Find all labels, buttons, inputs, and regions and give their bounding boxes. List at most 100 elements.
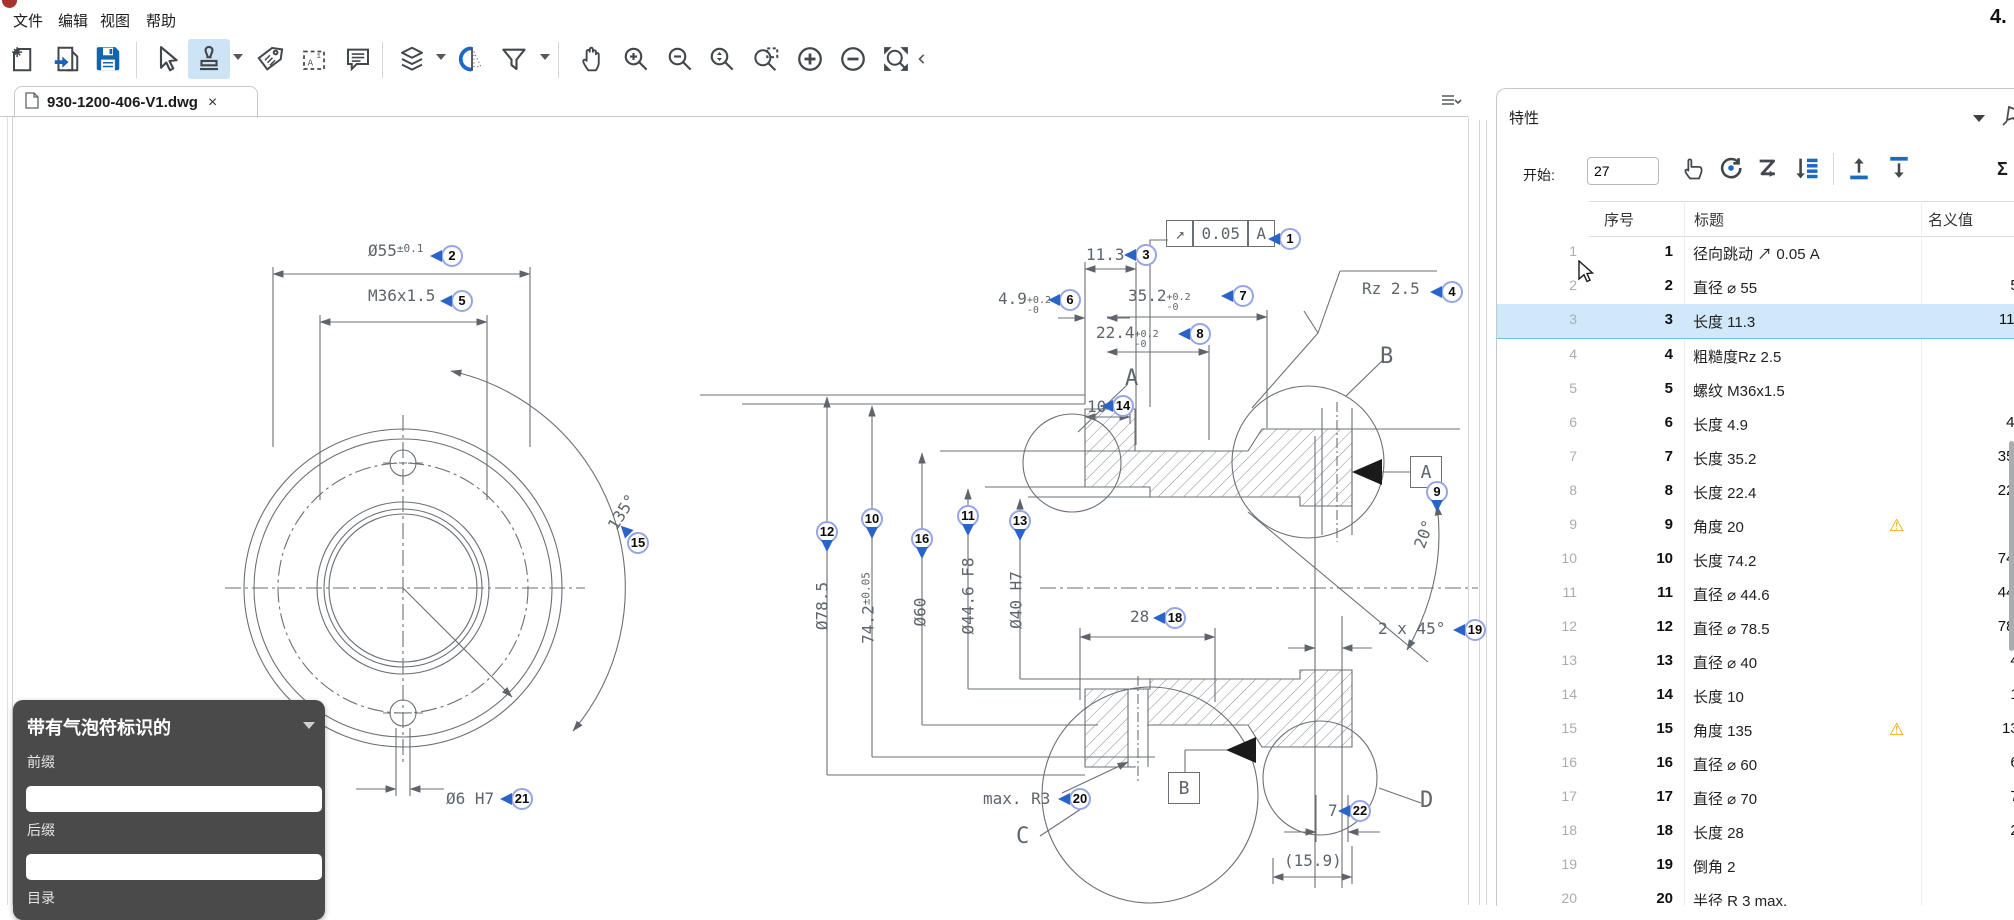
table-scrollbar-thumb[interactable]: [2009, 441, 2014, 651]
balloon-marker[interactable]: 6: [1059, 289, 1081, 311]
column-header-title[interactable]: 标题: [1694, 209, 1724, 230]
balloon-marker[interactable]: 3: [1135, 244, 1157, 266]
balloon-marker[interactable]: 18: [1164, 607, 1186, 629]
row-index: 2: [1497, 277, 1577, 293]
balloon-arrow-icon: [1014, 529, 1026, 541]
table-row[interactable]: 1515角度 135⚠135: [1497, 713, 2014, 747]
touch-select-button[interactable]: [1675, 149, 1711, 187]
balloon-arrow-icon: [430, 250, 442, 262]
table-row[interactable]: 77长度 35.235.2: [1497, 441, 2014, 475]
row-number: 4: [1593, 346, 1673, 363]
dimension-value: (15.9): [1284, 851, 1342, 870]
table-row[interactable]: 66长度 4.94.9: [1497, 407, 2014, 441]
balloon-marker[interactable]: 20: [1069, 788, 1091, 810]
table-row[interactable]: 99角度 20⚠20: [1497, 509, 2014, 543]
balloon-marker[interactable]: 21: [511, 788, 533, 810]
prefix-input[interactable]: [26, 786, 322, 812]
balloon-marker[interactable]: 2: [441, 245, 463, 267]
row-nominal-value: 60: [1911, 754, 2014, 771]
row-nominal-value: 2: [1911, 856, 2014, 873]
start-number-input[interactable]: [1587, 157, 1659, 185]
column-header-nominal[interactable]: 名义值: [1928, 209, 1973, 230]
table-row[interactable]: 44粗糙度Rz 2.5: [1497, 339, 2014, 373]
balloon-number: 18: [1164, 607, 1186, 629]
dimension-text: 4.9+0.2-0: [998, 289, 1051, 316]
balloon-arrow-icon: [440, 295, 452, 307]
balloon-marker[interactable]: 9: [1426, 481, 1448, 503]
row-number: 20: [1593, 890, 1673, 906]
table-row[interactable]: 22直径 ⌀ 5555: [1497, 270, 2014, 304]
row-index: 3: [1497, 311, 1577, 327]
row-nominal-value: 44.6: [1911, 584, 2014, 601]
balloon-number: 5: [451, 290, 473, 312]
row-title: 角度 20: [1693, 516, 1744, 537]
balloon-marker[interactable]: 5: [451, 290, 473, 312]
row-index: 19: [1497, 856, 1577, 872]
balloon-marker[interactable]: 22: [1349, 800, 1371, 822]
balloon-marker[interactable]: 1: [1279, 228, 1301, 250]
row-title: 倒角 2: [1693, 856, 1736, 877]
row-nominal-value: 78.5: [1911, 618, 2014, 635]
row-nominal-value: 35.2: [1911, 448, 2014, 465]
balloon-marker[interactable]: 12: [816, 521, 838, 543]
row-title: 直径 ⌀ 40: [1693, 652, 1757, 673]
balloon-arrow-icon: [1431, 500, 1443, 512]
z-order-button[interactable]: [1751, 149, 1787, 187]
sum-icon[interactable]: Σ: [1997, 159, 2008, 180]
balloon-arrow-icon: [1430, 286, 1442, 298]
balloon-marker[interactable]: 15: [627, 532, 649, 554]
row-nominal-value: 70: [1911, 788, 2014, 805]
table-row[interactable]: 1414长度 1010: [1497, 679, 2014, 713]
row-nominal-value: 4.9: [1911, 414, 2014, 431]
balloon-number: 15: [627, 532, 649, 554]
balloon-marker[interactable]: 7: [1232, 285, 1254, 307]
balloon-marker[interactable]: 19: [1464, 619, 1486, 641]
table-row[interactable]: 2020半径 R 3 max.: [1497, 883, 2014, 906]
table-row[interactable]: 11径向跳动 ↗ 0.05 A: [1497, 236, 2014, 270]
row-nominal-value: 28: [1911, 822, 2014, 839]
renumber-button[interactable]: [1789, 149, 1825, 187]
move-up-button[interactable]: [1841, 149, 1877, 187]
row-nominal-value: 10: [1911, 686, 2014, 703]
table-row[interactable]: 1313直径 ⌀ 4040: [1497, 645, 2014, 679]
table-row[interactable]: 88长度 22.422.4: [1497, 475, 2014, 509]
balloon-marker[interactable]: 14: [1112, 395, 1134, 417]
properties-panel-caret[interactable]: [1973, 115, 1985, 122]
row-number: 17: [1593, 788, 1673, 805]
dimension-tolerance: ±0.1: [397, 242, 424, 255]
table-row[interactable]: 1616直径 ⌀ 6060: [1497, 747, 2014, 781]
balloon-arrow-icon: [1178, 328, 1190, 340]
dimension-value: 28: [1130, 607, 1149, 626]
rotate-button[interactable]: [1713, 149, 1749, 187]
table-row[interactable]: 1212直径 ⌀ 78.578.5: [1497, 611, 2014, 645]
row-index: 15: [1497, 720, 1577, 736]
table-row[interactable]: 55螺纹 M36x1.5: [1497, 373, 2014, 407]
table-row[interactable]: 1919倒角 22: [1497, 849, 2014, 883]
balloon-number: 2: [441, 245, 463, 267]
dimension-value: Ø55: [368, 241, 397, 260]
table-row[interactable]: 33长度 11.311.3: [1497, 304, 2014, 339]
balloon-marker[interactable]: 13: [1009, 510, 1031, 532]
balloon-arrow-icon: [866, 527, 878, 539]
table-row[interactable]: 1818长度 2828: [1497, 815, 2014, 849]
balloon-marker[interactable]: 11: [957, 505, 979, 527]
balloon-marker[interactable]: 10: [861, 508, 883, 530]
row-title: 螺纹 M36x1.5: [1693, 380, 1785, 401]
row-title: 直径 ⌀ 60: [1693, 754, 1757, 775]
row-index: 6: [1497, 414, 1577, 430]
balloon-marker[interactable]: 16: [911, 528, 933, 550]
bubble-panel-title: 带有气泡符标识的: [27, 714, 171, 740]
table-row[interactable]: 1717直径 ⌀ 7070: [1497, 781, 2014, 815]
balloon-marker[interactable]: 8: [1189, 323, 1211, 345]
column-header-index[interactable]: 序号: [1604, 209, 1634, 230]
table-row[interactable]: 1010长度 74.274.2: [1497, 543, 2014, 577]
move-down-button[interactable]: [1881, 149, 1917, 187]
detail-label: D: [1420, 788, 1433, 813]
balloon-marker[interactable]: 4: [1441, 281, 1463, 303]
pin-icon[interactable]: [2000, 104, 2014, 133]
row-title: 长度 35.2: [1693, 448, 1756, 469]
suffix-input[interactable]: [26, 854, 322, 880]
table-row[interactable]: 1111直径 ⌀ 44.644.6: [1497, 577, 2014, 611]
dimension-text: 7: [1328, 801, 1338, 820]
bubble-panel-collapse-caret[interactable]: [303, 722, 315, 729]
